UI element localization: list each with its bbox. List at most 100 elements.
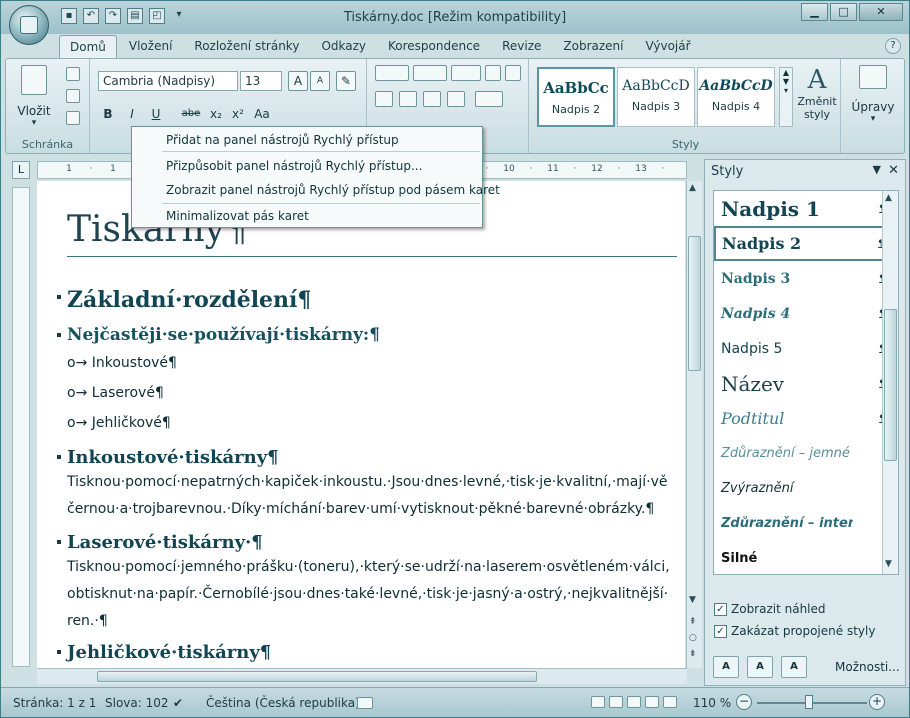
cut-icon[interactable] — [66, 67, 80, 81]
decrease-indent-icon[interactable] — [485, 65, 501, 81]
tab-vyvojar[interactable]: Vývojář — [635, 35, 700, 59]
scroll-thumb[interactable] — [688, 236, 701, 371]
style-gallery-item[interactable]: AaBbCcD Nadpis 3 — [617, 67, 695, 127]
style-item[interactable]: Silnéa — [714, 541, 898, 574]
font-name-select[interactable]: Cambria (Nadpisy) — [98, 71, 238, 91]
style-item[interactable]: Nadpis 1¶a — [714, 191, 898, 226]
underline-button[interactable]: U — [146, 105, 166, 125]
copy-icon[interactable] — [66, 89, 80, 103]
tab-vlozeni[interactable]: Vložení — [119, 35, 183, 59]
style-item[interactable]: Nadpis 5¶a — [714, 331, 898, 366]
justify-icon[interactable] — [447, 91, 465, 107]
style-item[interactable]: Nadpis 2¶a — [714, 226, 898, 261]
italic-button[interactable]: I — [122, 105, 142, 125]
multilevel-list-icon[interactable] — [451, 65, 481, 81]
close-icon[interactable]: ✕ — [888, 163, 899, 178]
macro-icon[interactable] — [357, 697, 373, 709]
scroll-down-icon[interactable]: ▼ — [885, 559, 892, 569]
full-screen-icon[interactable] — [609, 696, 623, 708]
styles-scrollbar[interactable]: ▲ ▼ — [882, 191, 898, 574]
format-painter-icon[interactable] — [66, 111, 80, 125]
show-preview-checkbox[interactable]: ✓ Zobrazit náhled — [714, 602, 826, 616]
clear-format-icon[interactable]: ✎ — [336, 71, 356, 91]
bullets-icon[interactable] — [375, 65, 409, 81]
proofing-icon[interactable]: ✔ — [173, 696, 183, 710]
scroll-up-icon[interactable]: ▲ — [689, 183, 696, 193]
scroll-down-icon[interactable]: ▼ — [689, 595, 696, 605]
gallery-scroll[interactable]: ▲ ▼ ▾ — [779, 67, 793, 127]
prev-page-icon[interactable]: ⇞ — [689, 617, 697, 627]
next-page-icon[interactable]: ⇟ — [689, 649, 697, 659]
style-gallery-item[interactable]: AaBbCcD Nadpis 4 — [697, 67, 775, 127]
scroll-up-icon[interactable]: ▲ — [885, 193, 892, 203]
align-left-icon[interactable] — [375, 91, 393, 107]
office-logo-icon — [20, 16, 38, 34]
options-link[interactable]: Možnosti... — [835, 660, 900, 674]
minimize-button[interactable]: ▁ — [801, 3, 828, 21]
disable-linked-checkbox[interactable]: ✓ Zakázat propojené styly — [714, 624, 875, 638]
style-item[interactable]: Zvýrazněnía — [714, 471, 898, 506]
browse-object-icon[interactable]: ○ — [689, 633, 697, 643]
manage-styles-icon[interactable]: A — [781, 656, 807, 678]
vertical-scrollbar[interactable]: ▲ ▼ ⇞ ○ ⇟ — [686, 181, 702, 668]
document-page[interactable]: Tiskárny¶ Základní·rozdělení¶ Nejčastěji… — [37, 181, 685, 668]
help-icon[interactable]: ? — [885, 38, 901, 54]
web-layout-icon[interactable] — [627, 696, 641, 708]
zoom-level[interactable]: 110 % — [693, 696, 731, 710]
tab-zobrazeni[interactable]: Zobrazení — [553, 35, 633, 59]
zoom-in-icon[interactable]: + — [869, 694, 885, 710]
style-item[interactable]: Zdůraznění – jemnéa — [714, 436, 898, 471]
menu-item-add-to-qat[interactable]: Přidat na panel nástrojů Rychlý přístup — [166, 133, 399, 147]
paste-button[interactable]: Vložit ▾ — [14, 65, 54, 128]
print-layout-icon[interactable] — [591, 696, 605, 708]
change-styles-button[interactable]: A Změnit styly — [793, 65, 841, 121]
page-count[interactable]: Stránka: 1 z 1 — [13, 696, 96, 710]
align-right-icon[interactable] — [423, 91, 441, 107]
change-case-button[interactable]: Aa — [252, 105, 272, 125]
superscript-button[interactable]: x² — [228, 105, 248, 125]
draft-icon[interactable] — [663, 696, 677, 708]
tab-domu[interactable]: Domů — [59, 35, 117, 59]
tab-revize[interactable]: Revize — [492, 35, 551, 59]
numbering-icon[interactable] — [413, 65, 447, 81]
strikethrough-button[interactable]: abe — [178, 105, 204, 125]
pane-options-icon[interactable]: ▼ — [873, 163, 881, 176]
style-item[interactable]: Zdůraznění – intenzia — [714, 506, 898, 541]
menu-item-customize-qat[interactable]: Přizpůsobit panel nástrojů Rychlý přístu… — [166, 159, 422, 173]
bold-button[interactable]: B — [98, 105, 118, 125]
outline-icon[interactable] — [645, 696, 659, 708]
grow-font-button[interactable]: A — [288, 71, 308, 91]
font-size-select[interactable]: 13 — [240, 71, 282, 91]
language[interactable]: Čeština (Česká republika) — [206, 696, 360, 710]
shrink-font-button[interactable]: A — [310, 71, 330, 91]
style-item[interactable]: Název¶a — [714, 366, 898, 401]
vertical-ruler[interactable] — [12, 187, 30, 667]
menu-item-minimize-ribbon[interactable]: Minimalizovat pás karet — [166, 209, 309, 223]
tab-korespondence[interactable]: Korespondence — [378, 35, 490, 59]
subscript-button[interactable]: x₂ — [206, 105, 226, 125]
editing-button[interactable]: Úpravy ▾ — [847, 65, 899, 124]
new-style-icon[interactable]: A — [713, 656, 739, 678]
maximize-button[interactable]: □ — [830, 3, 857, 21]
menu-item-show-qat-below[interactable]: Zobrazit panel nástrojů Rychlý přístup p… — [166, 183, 500, 197]
increase-indent-icon[interactable] — [505, 65, 521, 81]
style-item[interactable]: Nadpis 3¶a — [714, 261, 898, 296]
scroll-thumb[interactable] — [884, 309, 897, 461]
line-spacing-icon[interactable] — [475, 91, 503, 107]
view-buttons — [591, 696, 677, 708]
office-button[interactable] — [9, 5, 49, 45]
style-gallery-item[interactable]: AaBbCc Nadpis 2 — [537, 67, 615, 127]
horizontal-scrollbar[interactable] — [37, 668, 687, 684]
tab-selector[interactable]: L — [12, 161, 30, 179]
close-button[interactable]: ✕ — [859, 3, 903, 21]
zoom-slider-thumb[interactable] — [805, 695, 813, 709]
style-item[interactable]: Podtitul¶a — [714, 401, 898, 436]
style-item[interactable]: Nadpis 4¶a — [714, 296, 898, 331]
word-count[interactable]: Slova: 102 — [105, 696, 169, 710]
scroll-thumb[interactable] — [97, 671, 537, 682]
align-center-icon[interactable] — [399, 91, 417, 107]
zoom-out-icon[interactable]: − — [736, 694, 752, 710]
style-inspector-icon[interactable]: A — [747, 656, 773, 678]
tab-rozlozeni[interactable]: Rozložení stránky — [184, 35, 309, 59]
tab-odkazy[interactable]: Odkazy — [311, 35, 376, 59]
